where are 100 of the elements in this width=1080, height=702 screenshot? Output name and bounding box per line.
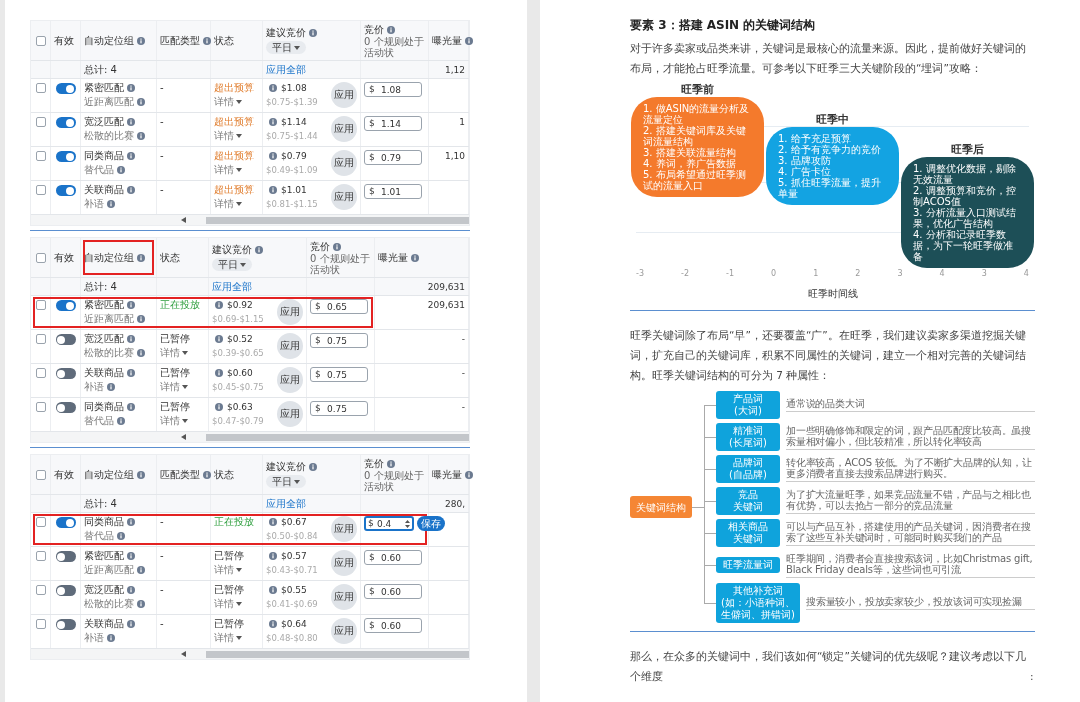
closing-paragraph: 那么，在众多的关键词中，我们该如何“锁定”关键词的优先级呢？建议考虑以下几个维度 [630,649,1026,684]
apply-button[interactable]: 应用 [331,618,357,644]
checkbox[interactable] [35,300,46,310]
checkbox[interactable] [35,185,46,195]
details-link[interactable]: 详情 [214,96,259,108]
bid-range: $0.39-$0.65 [212,347,264,359]
match-type: - [160,150,164,163]
checkbox[interactable] [35,117,46,127]
total-label: 总计: 4 [84,280,117,293]
impressions-value: 209,631 [427,299,465,312]
checkbox[interactable] [35,469,46,480]
bid-range: $0.41-$0.69 [266,598,318,610]
left-arrow-icon [181,217,186,223]
details-link[interactable]: 详情 [160,415,205,427]
apply-button[interactable]: 应用 [331,584,357,610]
apply-button[interactable]: 应用 [331,516,357,542]
dropdown-button[interactable]: 平日 [266,41,306,54]
details-link[interactable]: 详情 [214,632,259,644]
checkbox[interactable] [35,83,46,93]
checkbox[interactable] [35,402,46,412]
group-subname: 补语 [84,198,104,210]
details-link[interactable]: 详情 [160,347,205,359]
checkbox[interactable] [35,368,46,378]
suggested-bid: $0.55 [281,584,307,596]
details-link[interactable]: 详情 [214,564,259,576]
details-link[interactable]: 详情 [214,198,259,210]
apply-button[interactable]: 应用 [277,333,303,359]
checkbox[interactable] [35,334,46,344]
apply-button[interactable]: 应用 [331,116,357,142]
toggle-switch[interactable] [55,185,76,196]
impressions-total: 280, [444,497,465,510]
checkbox[interactable] [35,252,46,263]
branch-node: 竞品 关键词 [716,487,780,515]
toggle-switch[interactable] [55,151,76,162]
info-icon [269,118,277,126]
status-text: 超出预算 [214,150,255,162]
apply-button[interactable]: 应用 [331,184,357,210]
toggle-switch[interactable] [55,585,76,596]
save-button[interactable]: 保存 [417,516,445,531]
toggle-switch[interactable] [55,300,76,311]
bid-range: $0.69-$1.15 [212,313,264,325]
toggle-switch[interactable] [55,117,76,128]
impressions-total: 1,12 [444,63,465,76]
suggested-bid: $1.08 [281,82,307,94]
axis-title: 旺季时间线 [807,287,858,301]
info-icon [269,620,277,628]
checkbox[interactable] [35,517,46,527]
horizontal-scrollbar[interactable] [31,215,469,225]
rule-note: 0 个规则处于活动状 [364,35,425,58]
checkbox[interactable] [35,151,46,161]
column-header: 竞价 [310,240,330,253]
phase-item: 4. 分析和记录旺季数据，为下一轮旺季做准备 [913,229,1014,262]
details-link[interactable]: 详情 [214,130,259,142]
group-subname: 松散的比赛 [84,347,134,359]
details-link[interactable]: 详情 [214,164,259,176]
info-icon [127,186,135,194]
caret-icon [236,100,242,104]
toggle-switch[interactable] [55,334,76,345]
dropdown-button[interactable]: 平日 [212,258,252,271]
toggle-switch[interactable] [55,517,76,528]
apply-button[interactable]: 应用 [331,550,357,576]
checkbox[interactable] [35,551,46,561]
apply-all-link[interactable]: 应用全部 [266,63,306,76]
checkbox[interactable] [35,619,46,629]
apply-button[interactable]: 应用 [331,82,357,108]
group-subname: 松散的比赛 [84,130,134,142]
bid-range: $0.47-$0.79 [212,415,264,427]
checkbox[interactable] [35,35,46,46]
toggle-switch[interactable] [55,551,76,562]
details-link[interactable]: 详情 [160,381,205,393]
column-header: 自动定位组 [84,251,134,264]
apply-button[interactable]: 应用 [277,367,303,393]
axis-label: -1 [726,268,734,280]
horizontal-scrollbar[interactable] [31,649,469,659]
toggle-switch[interactable] [55,619,76,630]
horizontal-scrollbar[interactable] [31,432,469,442]
toggle-switch[interactable] [55,402,76,413]
checkbox[interactable] [35,585,46,595]
bid-range: $0.50-$0.84 [266,530,318,542]
apply-button[interactable]: 应用 [331,150,357,176]
toggle-switch[interactable] [55,83,76,94]
match-type: - [160,116,164,129]
match-type: - [160,618,164,631]
toggle-switch[interactable] [55,368,76,379]
dropdown-button[interactable]: 平日 [266,475,306,488]
column-header: 有效 [54,251,74,264]
info-icon [215,403,223,411]
branch-node: 其他补充词 (如：小语种词、 生僻词、拼错词) [716,583,800,623]
apply-all-link[interactable]: 应用全部 [212,280,252,293]
currency-label: $ [369,186,375,197]
group-name: 关联商品 [84,618,124,630]
branch-node: 旺季流量词 [716,557,780,573]
apply-button[interactable]: 应用 [277,401,303,427]
caret-icon [294,479,300,484]
currency-label: $ [315,403,321,414]
apply-all-link[interactable]: 应用全部 [266,497,306,510]
bid-range: $0.49-$1.09 [266,164,318,176]
details-link[interactable]: 详情 [214,598,259,610]
group-subname: 近距离匹配 [84,313,134,325]
apply-button[interactable]: 应用 [277,299,303,325]
